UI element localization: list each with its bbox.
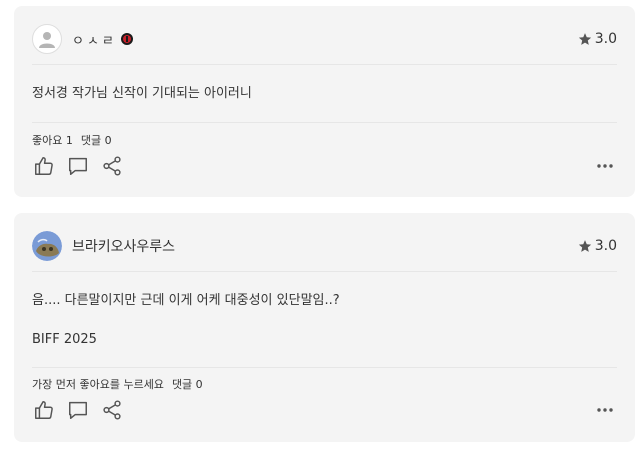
rating: 3.0 <box>578 31 617 47</box>
like-count: 좋아요 1 <box>32 134 73 147</box>
review-text-line: 정서경 작가님 신작이 기대되는 아이러니 <box>32 86 252 101</box>
share-button[interactable] <box>100 154 124 178</box>
thumbs-up-icon <box>35 401 53 419</box>
divider <box>32 271 617 272</box>
more-icon <box>597 408 613 412</box>
comment-button[interactable] <box>66 154 90 178</box>
comment-count: 댓글 0 <box>80 134 112 147</box>
review-text-line: BIFF 2025 <box>32 332 97 347</box>
comment-count: 댓글 0 <box>171 378 203 391</box>
review-header: ㅇㅅㄹ 3.0 <box>32 22 617 56</box>
username[interactable]: ㅇㅅㄹ <box>72 30 117 49</box>
thumbs-up-icon <box>35 157 53 175</box>
comment-icon <box>69 401 87 419</box>
review-counts: 가장 먼저 좋아요를 누르세요 댓글 0 <box>32 376 203 392</box>
review-text: 음.... 다른말이지만 근데 이게 어케 대중성이 있단말임..? BIFF … <box>32 291 617 350</box>
rating-value: 3.0 <box>594 238 617 254</box>
divider <box>32 64 617 65</box>
star-icon <box>578 240 591 252</box>
review-text: 정서경 작가님 신작이 기대되는 아이러니 <box>32 84 617 104</box>
like-button[interactable] <box>32 154 56 178</box>
avatar[interactable] <box>32 231 62 261</box>
divider <box>32 122 617 123</box>
review-counts: 좋아요 1 댓글 0 <box>32 132 112 148</box>
star-icon <box>578 33 591 45</box>
review-actions <box>32 398 124 422</box>
divider <box>32 367 617 368</box>
review-header: 브라키오사우루스 3.0 <box>32 229 617 263</box>
red-badge-icon <box>120 33 133 45</box>
review-text-line: 음.... 다른말이지만 근데 이게 어케 대중성이 있단말임..? <box>32 293 340 308</box>
review-actions <box>32 154 124 178</box>
review-card: ㅇㅅㄹ 3.0 정서경 작가님 신작이 기대되는 아이러니 좋아요 1 댓글 0 <box>14 6 635 197</box>
like-count: 가장 먼저 좋아요를 누르세요 <box>32 378 164 391</box>
share-icon <box>103 400 121 420</box>
username[interactable]: 브라키오사우루스 <box>72 236 175 256</box>
avatar-photo <box>32 231 62 261</box>
rating: 3.0 <box>578 238 617 254</box>
comment-icon <box>69 157 87 175</box>
share-icon <box>103 156 121 176</box>
more-icon <box>597 164 613 168</box>
review-card: 브라키오사우루스 3.0 음.... 다른말이지만 근데 이게 어케 대중성이 … <box>14 213 635 442</box>
user-placeholder-icon <box>39 32 55 48</box>
comment-button[interactable] <box>66 398 90 422</box>
share-button[interactable] <box>100 398 124 422</box>
more-button[interactable] <box>593 398 617 422</box>
like-button[interactable] <box>32 398 56 422</box>
more-button[interactable] <box>593 154 617 178</box>
rating-value: 3.0 <box>594 31 617 47</box>
avatar[interactable] <box>32 24 62 54</box>
